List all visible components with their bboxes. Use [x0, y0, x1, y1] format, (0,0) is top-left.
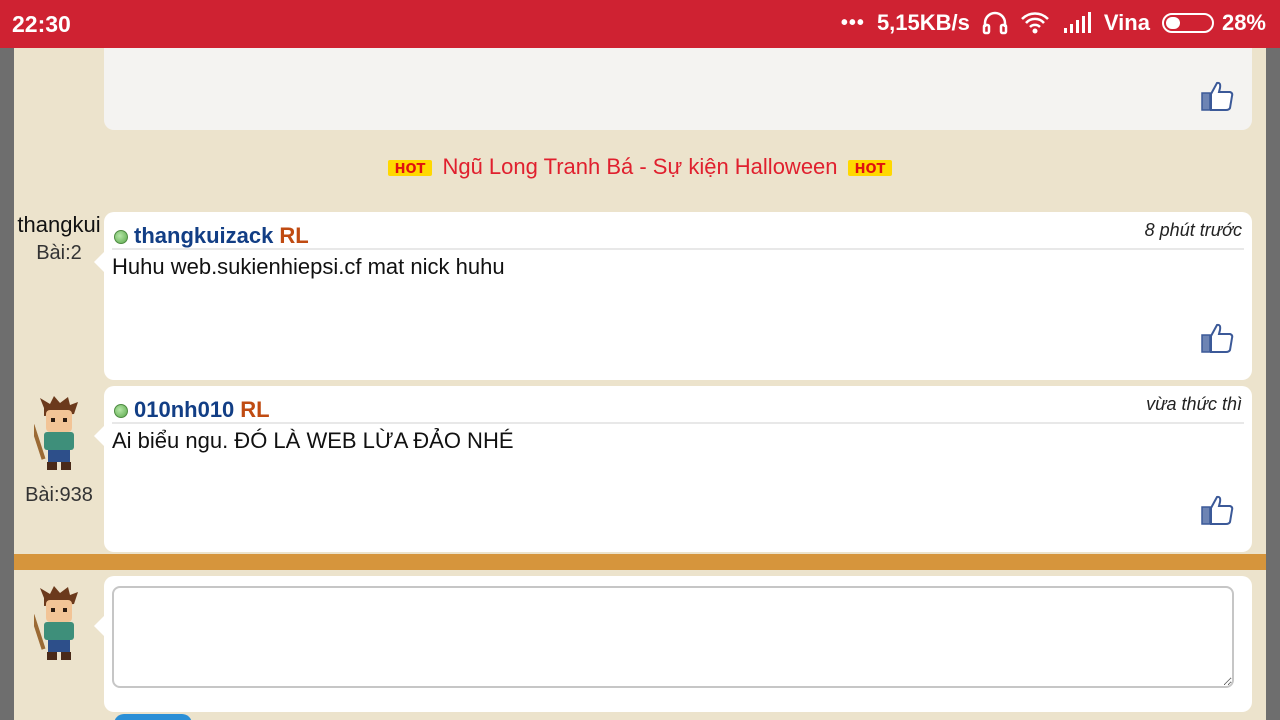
- post-card: thangkuizack RL 8 phút trước Huhu web.suk…: [94, 212, 1252, 380]
- hot-topic-link[interactable]: HOT Ngũ Long Tranh Bá - Sự kiện Hallowee…: [14, 154, 1266, 180]
- post-header: thangkuizack RL 8 phút trước: [112, 220, 1244, 250]
- submit-button[interactable]: [114, 714, 192, 720]
- svg-text:HOT: HOT: [854, 162, 885, 177]
- previous-post-card: [104, 48, 1252, 130]
- like-icon[interactable]: [1200, 494, 1234, 526]
- battery-icon: [1161, 13, 1214, 33]
- status-bar: 22:30 ••• 5,15KB/s Vina 28%: [0, 0, 1280, 48]
- author-post-count: Bài:2: [36, 242, 82, 264]
- avatar-icon[interactable]: [34, 394, 84, 472]
- post-header: 010nh010 RL vừa thức thì: [112, 394, 1244, 424]
- status-time: 22:30: [12, 11, 71, 37]
- reply-card: [94, 576, 1252, 712]
- role-badge: RL: [240, 397, 270, 422]
- author-post-count: Bài:938: [25, 484, 93, 506]
- headphones-icon: [982, 11, 1008, 35]
- carrier-name: Vina: [1103, 10, 1150, 35]
- role-badge: RL: [279, 223, 309, 248]
- hot-badge-icon: HOT: [847, 160, 892, 177]
- post-author-info: thangkui Bài:2: [14, 212, 104, 265]
- post-card: 010nh010 RL vừa thức thì Ai biểu ngu. ĐÓ …: [94, 386, 1252, 552]
- post-content: Huhu web.sukienhiepsi.cf mat nick huhu: [112, 254, 505, 279]
- like-icon[interactable]: [1200, 80, 1234, 112]
- status-indicators: ••• 5,15KB/s Vina 28%: [829, 10, 1266, 36]
- section-divider: [14, 554, 1266, 570]
- hot-topic-title: Ngũ Long Tranh Bá - Sự kiện Halloween: [442, 154, 838, 179]
- forum-page: HOT Ngũ Long Tranh Bá - Sự kiện Hallowee…: [14, 48, 1266, 720]
- post-time: vừa thức thì: [1146, 394, 1242, 414]
- post-content: Ai biểu ngu. ĐÓ LÀ WEB LỪA ĐẢO NHÉ: [112, 428, 514, 453]
- post-time: 8 phút trước: [1144, 220, 1242, 240]
- signal-icon: [1063, 12, 1091, 33]
- like-icon[interactable]: [1200, 322, 1234, 354]
- network-speed: 5,15KB/s: [876, 10, 970, 35]
- battery-percent: 28%: [1221, 10, 1266, 35]
- online-dot-icon: [114, 404, 128, 418]
- post-username[interactable]: 010nh010 RL: [134, 397, 270, 423]
- online-dot-icon: [114, 230, 128, 244]
- post-author-info: Bài:938: [14, 484, 104, 507]
- reply-textarea[interactable]: [112, 586, 1234, 688]
- post-username[interactable]: thangkuizack RL: [134, 223, 309, 249]
- author-name[interactable]: thangkui: [14, 212, 104, 238]
- svg-text:HOT: HOT: [395, 162, 426, 177]
- wifi-icon: [1020, 12, 1049, 34]
- hot-badge-icon: HOT: [388, 160, 433, 177]
- avatar-icon: [34, 586, 78, 660]
- more-dots-icon: •••: [840, 11, 865, 34]
